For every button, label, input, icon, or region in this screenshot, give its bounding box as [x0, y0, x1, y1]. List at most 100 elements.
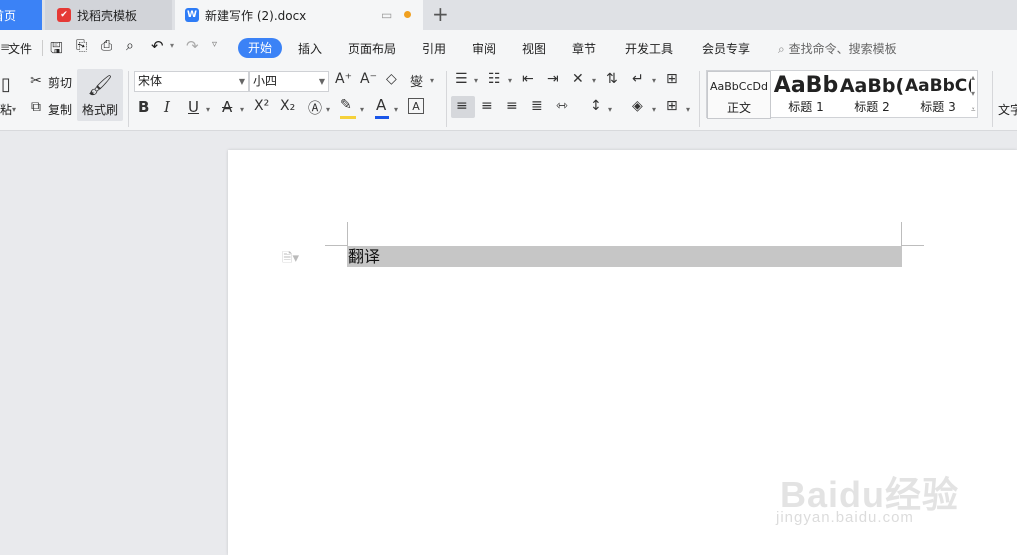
undo-dropdown-icon[interactable]: ▾: [170, 41, 174, 50]
scroll-down-icon[interactable]: ▾: [971, 89, 975, 98]
scroll-up-icon[interactable]: ▴: [971, 73, 975, 82]
style-normal-preview: AaBbCcDd: [710, 80, 768, 93]
underline-icon[interactable]: U: [188, 98, 199, 116]
scissors-icon[interactable]: ✂: [28, 73, 44, 89]
chevron-down-icon[interactable]: ▾: [652, 76, 656, 85]
shading-icon[interactable]: ◈: [632, 98, 643, 114]
chevron-down-icon[interactable]: ▾: [360, 105, 364, 114]
clear-format-icon[interactable]: ◇: [386, 71, 397, 87]
character-border-icon[interactable]: A: [408, 98, 424, 114]
align-center-icon[interactable]: ≡: [481, 98, 493, 114]
increase-indent-icon[interactable]: ⇥: [547, 71, 559, 87]
numbered-list-icon[interactable]: ☷: [488, 71, 501, 87]
menu-tab-review[interactable]: 审阅: [472, 40, 496, 57]
menu-tab-member[interactable]: 会员专享: [702, 40, 750, 57]
chevron-down-icon[interactable]: ▾: [326, 105, 330, 114]
screen-icon[interactable]: ▭: [381, 8, 392, 22]
paste-dropdown-icon[interactable]: ▾: [12, 105, 16, 114]
text-effect-icon[interactable]: Ⓐ: [308, 98, 322, 118]
print-icon[interactable]: ⎙: [101, 38, 112, 54]
subscript-icon[interactable]: X₂: [280, 98, 295, 114]
chevron-down-icon[interactable]: ▾: [508, 76, 512, 85]
search-placeholder: 查找命令、搜索模板: [788, 42, 897, 56]
chevron-down-icon[interactable]: ▾: [240, 105, 244, 114]
redo-icon[interactable]: ↷: [186, 37, 199, 55]
save-icon[interactable]: 🖫: [50, 38, 63, 63]
tab-template[interactable]: ✔ 找稻壳模板: [45, 0, 172, 30]
gallery-expand-icon[interactable]: ⩡: [971, 105, 976, 115]
paste-label[interactable]: 粘: [0, 101, 12, 118]
tab-document-label: 新建写作 (2).docx: [205, 8, 307, 23]
menu-tab-page-layout[interactable]: 页面布局: [348, 40, 396, 57]
text-selection: [347, 246, 902, 267]
copy-icon[interactable]: ⧉: [28, 99, 44, 115]
divider: [42, 40, 43, 56]
style-heading-2[interactable]: AaBb( 标题 2: [839, 71, 905, 119]
plus-icon[interactable]: +: [432, 4, 449, 24]
menu-tab-view[interactable]: 视图: [522, 40, 546, 57]
customize-toolbar-icon[interactable]: ▿: [212, 39, 217, 50]
align-right-icon[interactable]: ≡: [506, 98, 518, 114]
chevron-down-icon[interactable]: ▾: [206, 105, 210, 114]
paste-icon[interactable]: ▯: [0, 73, 12, 95]
font-size-value: 小四: [253, 74, 278, 88]
show-marks-icon[interactable]: ↵: [632, 71, 644, 87]
bullet-list-icon[interactable]: ☰: [455, 71, 468, 87]
tab-home-label: 首页: [0, 8, 17, 23]
font-name-select[interactable]: 宋体 ▼: [134, 71, 249, 92]
strikethrough-icon[interactable]: A: [222, 98, 232, 116]
menu-tab-insert[interactable]: 插入: [298, 40, 322, 57]
chevron-down-icon[interactable]: ▾: [608, 105, 612, 114]
borders-icon[interactable]: ⊞: [666, 98, 678, 114]
chinese-layout-icon[interactable]: ✕: [572, 71, 584, 87]
tab-document[interactable]: W 新建写作 (2).docx ▭: [175, 0, 423, 30]
menu-file[interactable]: 文件: [8, 40, 32, 57]
phonetic-guide-icon[interactable]: 燮: [410, 71, 423, 90]
chevron-down-icon[interactable]: ▾: [430, 76, 434, 85]
chevron-down-icon[interactable]: ▾: [686, 105, 690, 114]
ruler-icon[interactable]: ⊞: [666, 71, 678, 87]
italic-icon[interactable]: I: [164, 98, 170, 116]
bold-icon[interactable]: B: [138, 98, 149, 116]
align-left-button[interactable]: ≡: [451, 96, 475, 118]
chevron-down-icon[interactable]: ▾: [592, 76, 596, 85]
font-color-icon[interactable]: A: [376, 96, 386, 114]
menu-tab-developer[interactable]: 开发工具: [625, 40, 673, 57]
tab-home[interactable]: 首页: [0, 0, 42, 30]
justify-icon[interactable]: ≣: [531, 98, 543, 114]
font-color-bar: [375, 116, 389, 119]
decrease-indent-icon[interactable]: ⇤: [522, 71, 534, 87]
shrink-font-icon[interactable]: A⁻: [360, 71, 377, 87]
copy-label[interactable]: 复制: [48, 101, 72, 118]
format-painter-button[interactable]: 🖌 格式刷: [77, 69, 123, 121]
divider: [992, 71, 993, 127]
style-normal[interactable]: AaBbCcDd 正文: [707, 71, 771, 119]
divider: [128, 71, 129, 127]
superscript-icon[interactable]: X²: [254, 98, 269, 114]
chevron-down-icon[interactable]: ▾: [652, 105, 656, 114]
print-preview-icon[interactable]: ⌕: [126, 38, 134, 54]
distribute-icon[interactable]: ⇿: [556, 98, 568, 114]
line-spacing-icon[interactable]: ↕: [590, 98, 602, 114]
menu-tab-chapter[interactable]: 章节: [572, 40, 596, 57]
style-heading-1[interactable]: AaBb 标题 1: [773, 71, 839, 119]
document-text[interactable]: 翻译: [348, 246, 380, 267]
align-left-icon: ≡: [456, 98, 468, 114]
undo-icon[interactable]: ↶: [151, 37, 164, 55]
text-tool-label[interactable]: 文字: [998, 101, 1017, 118]
export-pdf-icon[interactable]: ⎘: [76, 38, 87, 54]
menu-tab-references[interactable]: 引用: [422, 40, 446, 57]
highlight-icon[interactable]: ✎: [340, 97, 352, 113]
sort-icon[interactable]: ⇅: [606, 71, 618, 87]
font-size-select[interactable]: 小四 ▼: [249, 71, 329, 92]
paragraph-handle-icon[interactable]: 🗎▾: [282, 249, 299, 271]
cut-label[interactable]: 剪切: [48, 74, 72, 91]
command-search[interactable]: ⌕ 查找命令、搜索模板: [778, 40, 897, 57]
chevron-down-icon[interactable]: ▾: [474, 76, 478, 85]
format-painter-icon: 🖌: [87, 73, 113, 97]
menu-tab-home[interactable]: 开始: [238, 38, 282, 58]
divider: [446, 71, 447, 127]
style-heading-3[interactable]: AaBbC( 标题 3: [905, 71, 971, 119]
grow-font-icon[interactable]: A⁺: [335, 71, 352, 87]
chevron-down-icon[interactable]: ▾: [394, 105, 398, 114]
